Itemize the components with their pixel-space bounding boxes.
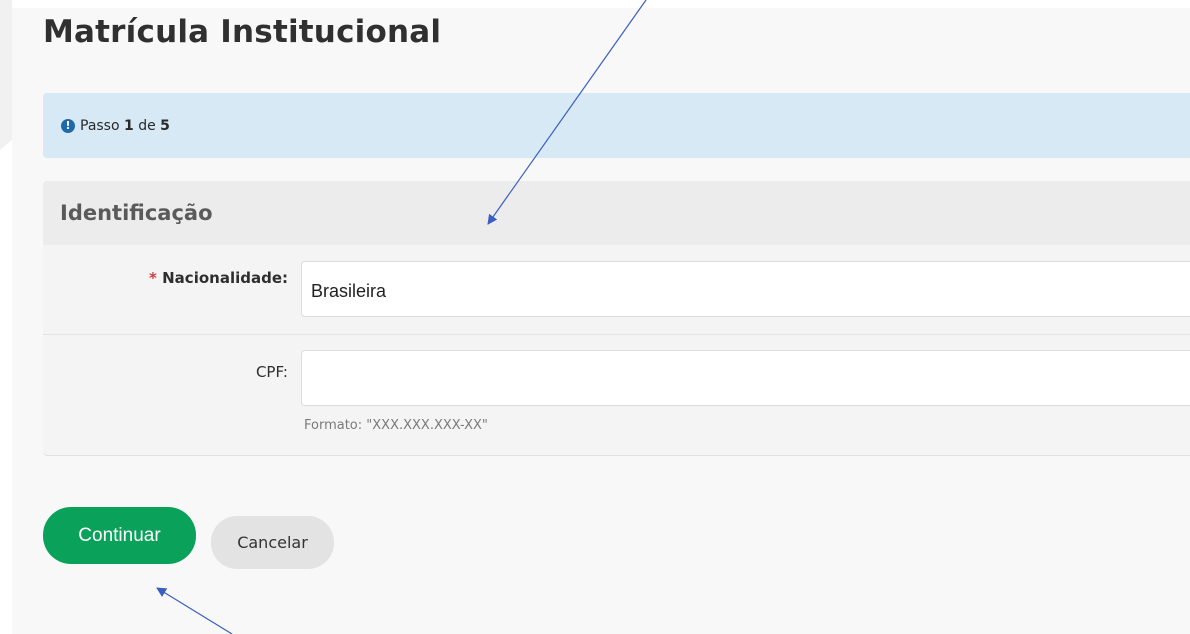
step-alert: ! Passo 1 de 5: [43, 93, 1190, 158]
nationality-row: * Nacionalidade: Brasileira: [43, 245, 1190, 335]
step-prefix: Passo: [80, 117, 120, 134]
cpf-format-hint: Formato: "XXX.XXX.XXX-XX": [304, 418, 488, 433]
nationality-value: Brasileira: [311, 281, 387, 301]
required-mark: *: [149, 269, 157, 287]
nationality-label-text: Nacionalidade:: [162, 269, 288, 287]
page-title: Matrícula Institucional: [43, 14, 442, 50]
cpf-input[interactable]: [301, 350, 1190, 406]
panel-header: Identificação: [43, 181, 1190, 245]
step-total: 5: [160, 117, 170, 134]
cpf-row: CPF: Formato: "XXX.XXX.XXX-XX": [43, 335, 1190, 455]
step-indicator: Passo 1 de 5: [80, 118, 170, 134]
step-current: 1: [124, 117, 134, 134]
cancel-button[interactable]: Cancelar: [211, 516, 334, 569]
cpf-label: CPF:: [255, 363, 288, 381]
identification-panel: Identificação * Nacionalidade: Brasileir…: [43, 181, 1190, 456]
step-middle: de: [138, 117, 156, 134]
nationality-select[interactable]: Brasileira: [301, 261, 1190, 317]
info-icon: !: [61, 118, 75, 133]
content-frame: Matrícula Institucional ! Passo 1 de 5 I…: [12, 8, 1190, 634]
section-title: Identificação: [60, 201, 213, 225]
continue-button[interactable]: Continuar: [43, 507, 196, 564]
nationality-label: * Nacionalidade:: [149, 269, 288, 287]
